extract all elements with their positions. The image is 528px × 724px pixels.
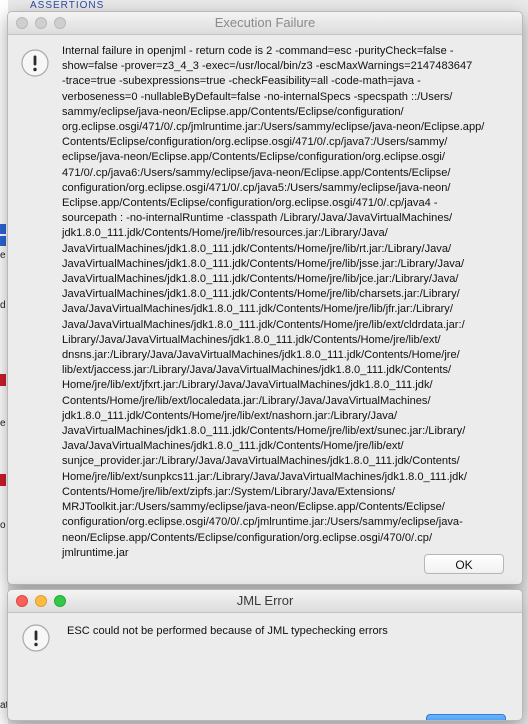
dialog-title: Execution Failure <box>214 15 316 30</box>
warning-icon <box>22 624 50 652</box>
execution-failure-dialog: Execution Failure Internal failure in op… <box>7 11 523 585</box>
background-top-fragment: ASSERTIONS <box>30 0 105 11</box>
error-message: Internal failure in openjml - return cod… <box>62 45 485 559</box>
jml-error-titlebar: JML Error <box>8 590 522 613</box>
execution-failure-titlebar: Execution Failure <box>8 12 522 35</box>
background-marker <box>0 224 6 234</box>
background-marker <box>0 474 6 486</box>
ok-button[interactable]: OK <box>424 554 504 574</box>
error-message: ESC could not be performed because of JM… <box>67 625 388 637</box>
background-marker <box>0 374 6 386</box>
background-marker <box>0 236 6 246</box>
jml-error-dialog: JML Error ESC could not be performed bec… <box>7 589 523 721</box>
warning-icon <box>21 49 49 77</box>
dialog-title: JML Error <box>236 593 294 608</box>
ok-button[interactable]: OK <box>426 714 506 720</box>
